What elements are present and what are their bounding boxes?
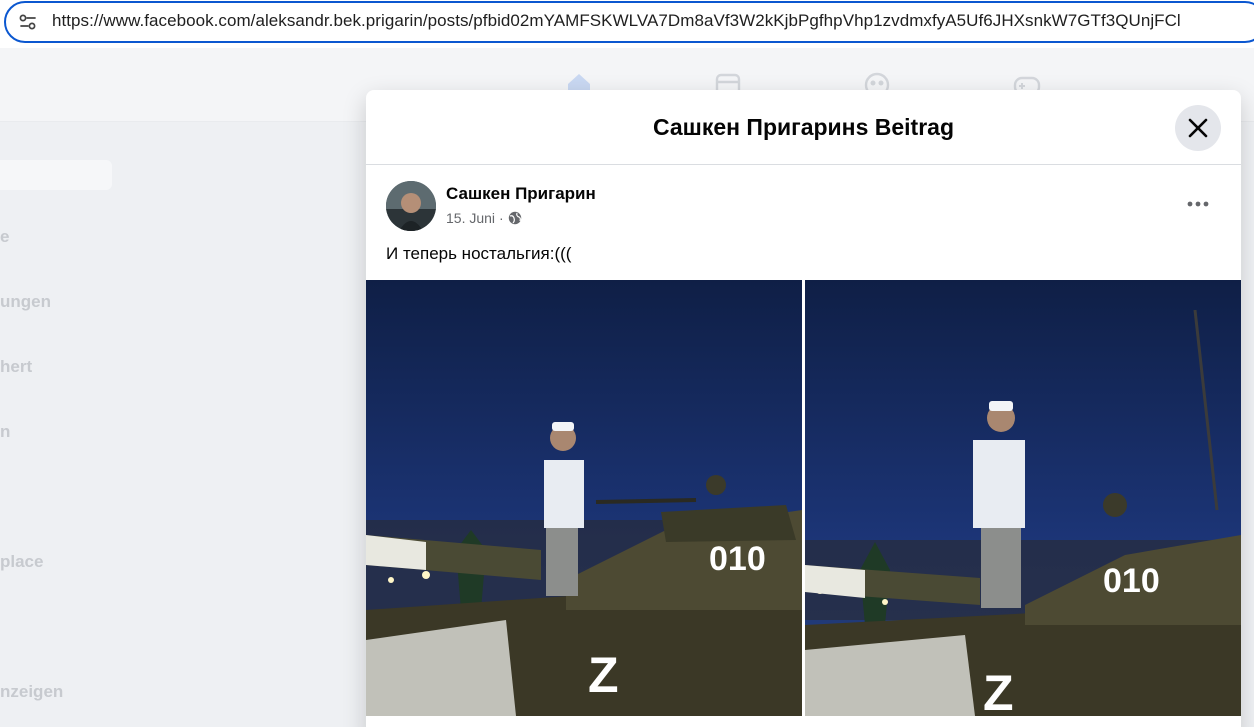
sidebar-item[interactable]: e (0, 227, 9, 247)
sidebar-item[interactable]: nzeigen (0, 682, 63, 702)
close-button[interactable] (1175, 105, 1221, 151)
modal-title: Сашкен Пригаринs Beitrag (652, 114, 955, 140)
close-icon (1188, 118, 1208, 138)
avatar[interactable] (386, 181, 436, 231)
post-photo-2[interactable]: 010 Z (805, 280, 1241, 716)
post-meta: 15. Juni · (446, 210, 522, 226)
browser-toolbar: https://www.facebook.com/aleksandr.bek.p… (0, 0, 1254, 48)
z-mark: Z (983, 665, 1014, 716)
modal-header: Сашкен Пригаринs Beitrag (366, 90, 1241, 165)
post-text: И теперь ностальгия:((( (386, 244, 572, 263)
address-bar[interactable]: https://www.facebook.com/aleksandr.bek.p… (4, 1, 1254, 43)
post-author[interactable]: Сашкен Пригарин (446, 184, 596, 204)
post-photo-1[interactable]: 010 Z (366, 280, 802, 716)
meta-separator: · (499, 210, 504, 226)
sidebar-item-active[interactable] (0, 160, 112, 190)
post-modal: Сашкен Пригаринs Beitrag Сашкен Пригарин… (366, 90, 1241, 727)
more-horizontal-icon (1187, 201, 1209, 207)
tank-number: 010 (1103, 562, 1160, 600)
globe-icon (508, 211, 522, 225)
z-mark: Z (588, 647, 619, 703)
url-text[interactable]: https://www.facebook.com/aleksandr.bek.p… (52, 11, 1181, 31)
more-options-button[interactable] (1176, 189, 1220, 219)
sidebar-item[interactable]: hert (0, 357, 32, 377)
tune-icon[interactable] (18, 12, 38, 32)
left-sidebar (0, 122, 360, 727)
tank-number: 010 (709, 540, 766, 578)
sidebar-item[interactable]: place (0, 552, 43, 572)
post-date[interactable]: 15. Juni (446, 210, 495, 226)
sidebar-item[interactable]: n (0, 422, 10, 442)
sidebar-item[interactable]: ungen (0, 292, 51, 312)
